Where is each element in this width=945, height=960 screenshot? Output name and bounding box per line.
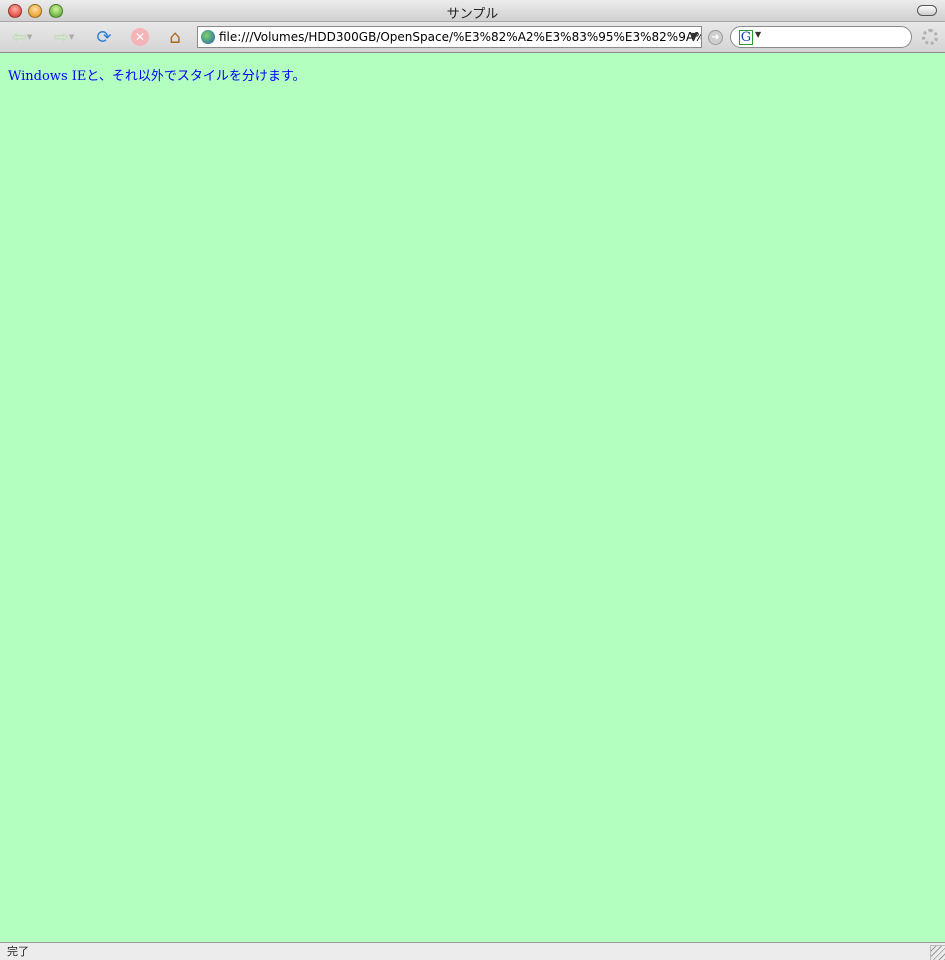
url-text: file:///Volumes/HDD300GB/OpenSpace/%E3%8… bbox=[219, 30, 702, 44]
reload-icon: ⟳ bbox=[96, 26, 112, 48]
back-button[interactable]: ⇦ ▼ bbox=[6, 26, 38, 48]
go-button[interactable]: ➜ bbox=[708, 30, 723, 45]
google-icon[interactable]: G bbox=[739, 30, 753, 45]
forward-arrow-icon: ⇨ bbox=[53, 26, 69, 48]
search-engine-dropdown-icon[interactable]: ▼ bbox=[755, 30, 761, 39]
loading-spinner-icon bbox=[922, 29, 938, 45]
window-title: サンプル bbox=[446, 7, 499, 22]
title-bar: サンプル bbox=[0, 0, 945, 22]
home-button[interactable]: ⌂ bbox=[163, 26, 187, 48]
page-message: Windows IEと、それ以外でスタイルを分けます。 bbox=[8, 69, 306, 84]
home-icon: ⌂ bbox=[169, 26, 181, 48]
search-input[interactable]: G ▼ bbox=[730, 26, 912, 48]
page-content: Windows IEと、それ以外でスタイルを分けます。 bbox=[0, 53, 945, 942]
toolbar-toggle-button[interactable] bbox=[917, 5, 937, 16]
go-arrow-icon: ➜ bbox=[711, 32, 720, 43]
reload-button[interactable]: ⟳ bbox=[92, 26, 116, 48]
resize-grip-icon[interactable] bbox=[930, 945, 945, 960]
navigation-toolbar: ⇦ ▼ ⇨ ▼ ⟳ ✕ ⌂ file:///Volumes/HDD300GB/Ope… bbox=[0, 22, 945, 53]
stop-button[interactable]: ✕ bbox=[128, 26, 152, 48]
globe-icon bbox=[201, 30, 215, 44]
stop-icon: ✕ bbox=[131, 28, 149, 46]
back-arrow-icon: ⇦ bbox=[11, 26, 27, 48]
address-bar[interactable]: file:///Volumes/HDD300GB/OpenSpace/%E3%8… bbox=[197, 26, 702, 48]
status-text: 完了 bbox=[7, 945, 29, 958]
status-bar: 完了 bbox=[0, 942, 945, 960]
forward-button[interactable]: ⇨ ▼ bbox=[48, 26, 80, 48]
url-history-dropdown-icon[interactable]: ▼ bbox=[690, 30, 698, 43]
